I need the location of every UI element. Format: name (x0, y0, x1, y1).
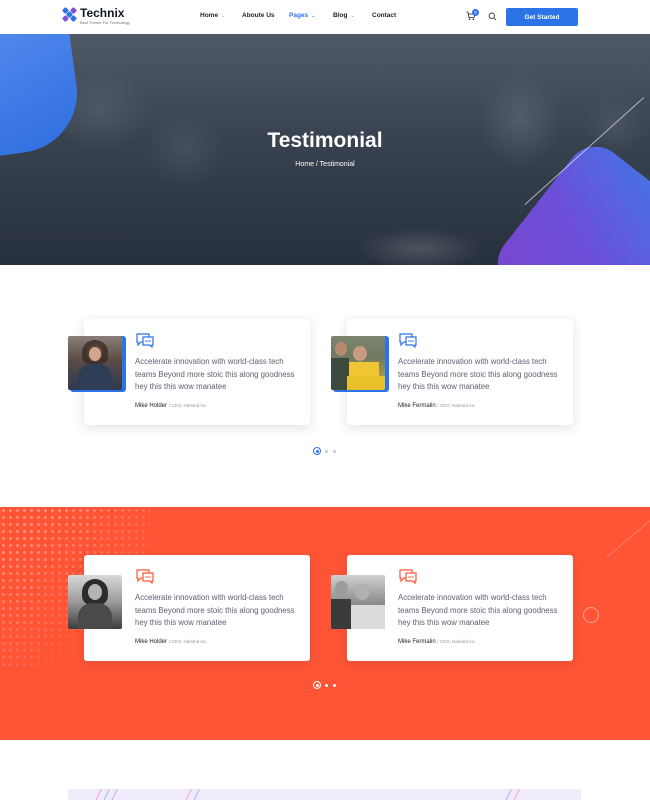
avatar (331, 336, 385, 390)
cart-count-badge: 0 (472, 9, 479, 16)
carousel-dot[interactable] (325, 449, 328, 453)
nav-item-contact[interactable]: Contact (372, 12, 396, 19)
hero-banner: Testimonial Home / Testimonial (0, 34, 650, 265)
testimonial-card: Accelerate innovation with world-class t… (331, 555, 573, 661)
author-name: Mike Fermalin (398, 403, 436, 409)
author-role: / CEO, Harlond inc (437, 403, 475, 408)
author-role: / CEO, Harlond inc (168, 639, 207, 644)
carousel-dot[interactable] (333, 449, 336, 453)
author-role: / CEO, Harlond inc (437, 639, 475, 644)
chevron-down-icon: ⌄ (350, 12, 355, 19)
chevron-down-icon: ⌄ (221, 12, 226, 19)
avatar (68, 575, 122, 629)
avatar (331, 575, 385, 629)
carousel-dot-active[interactable] (313, 447, 321, 455)
nav-label: Pages (289, 12, 309, 19)
breadcrumb[interactable]: Home / Testimonial (0, 161, 650, 168)
testimonial-author: Mike Fermalin / CEO, Harlond inc (398, 403, 475, 409)
testimonial-text: Accelerate innovation with world-class t… (398, 357, 558, 391)
testimonial-section-orange: Accelerate innovation with world-class t… (0, 507, 650, 740)
search-icon[interactable] (488, 12, 497, 21)
chevron-down-icon: ⌄ (311, 12, 316, 19)
author-name: Mike Holder (135, 403, 168, 409)
nav-label: Contact (372, 12, 397, 19)
quote-chat-icon (399, 569, 417, 584)
carousel-dot[interactable] (333, 683, 336, 687)
carousel-pagination (313, 447, 341, 455)
nav-label: Aboute Us (242, 12, 275, 19)
nav-item-about[interactable]: Aboute Us (242, 12, 275, 19)
nav-item-blog[interactable]: Blog ⌄ (333, 12, 355, 19)
author-role: / CEO, Harlond inc (168, 403, 207, 408)
carousel-pagination (313, 681, 341, 689)
quote-chat-icon (136, 569, 154, 584)
testimonial-author: Mike Holder / CEO, Harlond inc (135, 403, 206, 409)
decor-ring (583, 607, 599, 623)
testimonial-author: Mike Fermalin / CEO, Harlond inc (398, 639, 475, 645)
carousel-dot[interactable] (325, 683, 328, 687)
testimonial-text: Accelerate innovation with world-class t… (135, 357, 295, 391)
testimonial-text: Accelerate innovation with world-class t… (135, 593, 295, 627)
nav-label: Blog (333, 12, 348, 19)
site-header: Technix Best Theme For Technology Home ⌄ … (0, 0, 650, 34)
next-section-banner (68, 789, 581, 800)
quote-chat-icon (399, 333, 417, 348)
nav-item-home[interactable]: Home ⌄ (200, 12, 225, 19)
testimonial-card: Accelerate innovation with world-class t… (68, 555, 310, 661)
get-started-button[interactable]: Get Started (506, 8, 578, 26)
author-name: Mike Fermalin (398, 639, 436, 645)
quote-chat-icon (136, 333, 154, 348)
testimonial-card: Accelerate innovation with world-class t… (331, 319, 573, 425)
decor-line (606, 517, 650, 558)
nav-item-pages[interactable]: Pages ⌄ (289, 12, 315, 19)
testimonial-card: Accelerate innovation with world-class t… (68, 319, 310, 425)
avatar (68, 336, 122, 390)
nav-label: Home (200, 12, 219, 19)
page-title: Testimonial (267, 129, 383, 152)
author-name: Mike Holder (135, 639, 168, 645)
testimonial-author: Mike Holder / CEO, Harlond inc (135, 639, 206, 645)
testimonial-text: Accelerate innovation with world-class t… (398, 593, 558, 627)
carousel-dot-active[interactable] (313, 681, 321, 689)
